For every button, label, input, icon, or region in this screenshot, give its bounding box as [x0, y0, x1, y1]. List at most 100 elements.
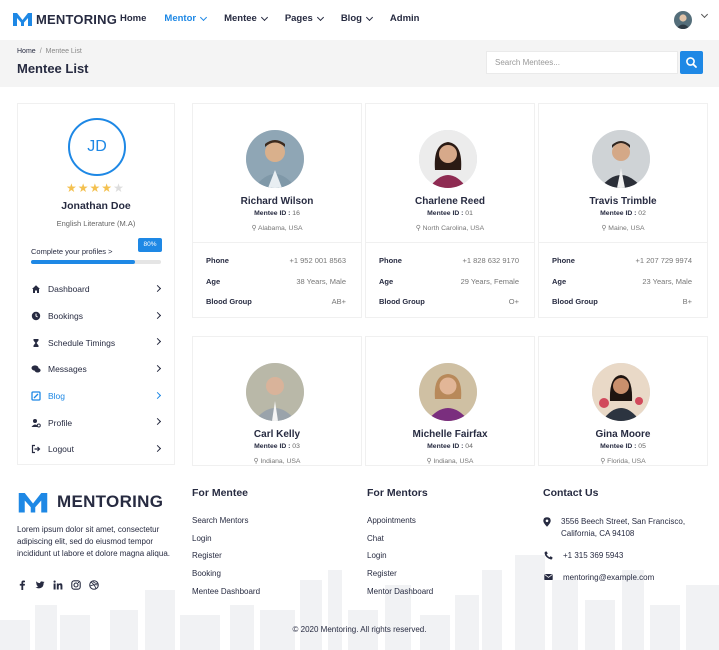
mentee-name[interactable]: Charlene Reed [366, 196, 534, 207]
map-pin-icon: ⚲ [600, 458, 606, 465]
mentee-photo[interactable] [592, 130, 650, 188]
age-label: Age [379, 277, 394, 286]
sidebar-item-logout[interactable]: Logout [18, 436, 174, 463]
footer-link[interactable]: Register [192, 551, 260, 569]
footer-brand-name[interactable]: MENTORING [57, 492, 163, 512]
phone-row: Phone +1 207 729 9974 [552, 256, 692, 265]
mentee-id-value: 03 [292, 443, 300, 450]
mentee-id-value: 16 [292, 210, 300, 217]
mentee-photo[interactable] [592, 363, 650, 421]
footer-col-for-mentee: For Mentee Search Mentors Login Register… [192, 487, 260, 604]
map-marker-icon [543, 516, 551, 540]
nav-admin-label: Admin [389, 13, 420, 24]
mentee-photo[interactable] [419, 130, 477, 188]
breadcrumb: Home / Mentee List [17, 48, 82, 55]
blood-group-label: Blood Group [206, 297, 252, 306]
age-value: 23 Years, Male [642, 277, 692, 286]
instagram-icon[interactable] [71, 580, 81, 590]
mentee-location-text: Maine, USA [608, 225, 645, 232]
sidebar-item-label: Blog [48, 391, 66, 402]
footer-link[interactable]: Mentor Dashboard [367, 587, 433, 605]
age-row: Age 23 Years, Male [552, 277, 692, 286]
sidebar-item-bookings[interactable]: Bookings [18, 303, 174, 330]
mentee-location-text: Indiana, USA [260, 458, 301, 465]
breadcrumb-home[interactable]: Home [17, 48, 36, 55]
contact-email-text[interactable]: mentoring@example.com [563, 572, 654, 584]
mentee-card[interactable]: Charlene Reed Mentee ID : 01 ⚲ North Car… [365, 103, 535, 318]
footer-link[interactable]: Chat [367, 534, 433, 552]
blood-group-value: B+ [682, 297, 692, 306]
phone-row: Phone +1 828 632 9170 [379, 256, 519, 265]
complete-profile-link[interactable]: Complete your profiles > [31, 247, 113, 256]
search-input[interactable]: Search Mentees... [486, 51, 678, 74]
nav-mentee[interactable]: Mentee [224, 13, 268, 24]
nav-pages-label: Pages [284, 13, 313, 24]
footer-link[interactable]: Mentee Dashboard [192, 587, 260, 605]
mentee-id-value: 05 [638, 443, 646, 450]
facebook-icon[interactable] [17, 580, 27, 590]
mentee-name[interactable]: Michelle Fairfax [366, 429, 534, 440]
sidebar-item-profile[interactable]: Profile [18, 409, 174, 436]
search-button[interactable] [680, 51, 703, 74]
chevron-down-icon [200, 13, 208, 21]
sidebar-item-blog[interactable]: Blog [18, 383, 174, 410]
footer-logo-icon[interactable] [17, 490, 49, 514]
footer-link[interactable]: Booking [192, 569, 260, 587]
phone-value: +1 207 729 9974 [635, 256, 692, 265]
profile-name: Jonathan Doe [61, 200, 131, 212]
linkedin-icon[interactable] [53, 580, 63, 590]
chevron-down-icon [260, 13, 268, 21]
nav-pages[interactable]: Pages [284, 13, 324, 24]
footer-link[interactable]: Login [367, 551, 433, 569]
mentee-photo[interactable] [419, 363, 477, 421]
twitter-icon[interactable] [35, 580, 45, 590]
sidebar-item-dashboard[interactable]: Dashboard [18, 276, 174, 303]
sidebar-item-label: Bookings [48, 311, 83, 322]
breadcrumb-current: Mentee List [45, 48, 82, 55]
phone-value: +1 952 001 8563 [289, 256, 346, 265]
user-avatar[interactable] [674, 11, 692, 29]
blood-group-label: Blood Group [552, 297, 598, 306]
dribbble-icon[interactable] [89, 580, 99, 590]
sidebar-item-messages[interactable]: Messages [18, 356, 174, 383]
nav-home[interactable]: Home [120, 13, 146, 24]
divider [539, 242, 707, 243]
nav-admin[interactable]: Admin [390, 13, 420, 24]
mentee-card[interactable]: Michelle Fairfax Mentee ID : 04 ⚲ Indian… [365, 336, 535, 466]
mentee-id-value: 04 [465, 443, 473, 450]
age-value: 29 Years, Female [460, 277, 519, 286]
chevron-down-icon [316, 13, 324, 21]
chevron-down-icon[interactable] [700, 10, 709, 19]
mentee-card[interactable]: Richard Wilson Mentee ID : 16 ⚲ Alabama,… [192, 103, 362, 318]
contact-email: mentoring@example.com [543, 572, 708, 584]
phone-label: Phone [552, 256, 575, 265]
mentee-card[interactable]: Travis Trimble Mentee ID : 02 ⚲ Maine, U… [538, 103, 708, 318]
footer-link[interactable]: Search Mentors [192, 516, 260, 534]
mentee-name[interactable]: Carl Kelly [193, 429, 361, 440]
chat-icon [31, 364, 41, 374]
nav-blog[interactable]: Blog [341, 13, 373, 24]
footer-link[interactable]: Register [367, 569, 433, 587]
copyright: © 2020 Mentoring. All rights reserved. [292, 625, 427, 634]
age-label: Age [206, 277, 221, 286]
mentee-name[interactable]: Gina Moore [539, 429, 707, 440]
nav-mentor[interactable]: Mentor [164, 13, 208, 24]
chevron-right-icon [153, 284, 162, 293]
blood-group-row: Blood Group B+ [552, 297, 692, 306]
mentee-card[interactable]: Carl Kelly Mentee ID : 03 ⚲ Indiana, USA [192, 336, 362, 466]
sidebar-item-schedule-timings[interactable]: Schedule Timings [18, 329, 174, 356]
phone-value: +1 828 632 9170 [462, 256, 519, 265]
mentee-location-text: Indiana, USA [433, 458, 474, 465]
brand-logo-icon[interactable] [12, 11, 33, 27]
mentee-photo[interactable] [246, 363, 304, 421]
mentee-location-text: Alabama, USA [257, 225, 303, 232]
footer-link[interactable]: Appointments [367, 516, 433, 534]
footer-link[interactable]: Login [192, 534, 260, 552]
mentee-photo[interactable] [246, 130, 304, 188]
mentee-name[interactable]: Richard Wilson [193, 196, 361, 207]
brand-name[interactable]: MENTORING [36, 12, 117, 27]
nav-home-label: Home [120, 13, 147, 24]
mentee-location: ⚲ Florida, USA [539, 457, 707, 465]
mentee-name[interactable]: Travis Trimble [539, 196, 707, 207]
mentee-card[interactable]: Gina Moore Mentee ID : 05 ⚲ Florida, USA [538, 336, 708, 466]
